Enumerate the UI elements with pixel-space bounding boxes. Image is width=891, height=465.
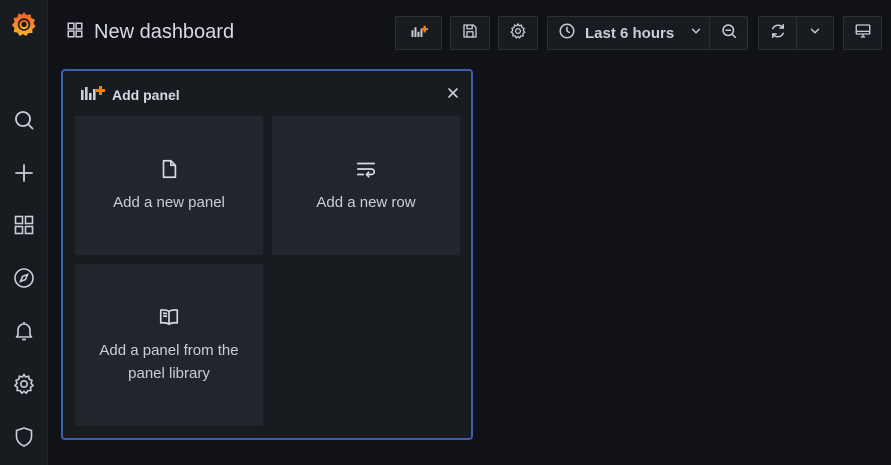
- time-range-label: Last 6 hours: [585, 24, 675, 42]
- grafana-logo-icon: [11, 12, 36, 36]
- compass-icon[interactable]: [0, 258, 47, 298]
- monitor-icon: [854, 22, 872, 45]
- add-panel-header: Add panel: [79, 85, 180, 105]
- plus-icon[interactable]: [0, 153, 47, 193]
- bell-icon[interactable]: [0, 311, 47, 351]
- book-icon: [158, 306, 180, 339]
- time-picker: Last 6 hours: [547, 16, 748, 50]
- add-new-panel-label: Add a new panel: [113, 193, 225, 211]
- add-new-panel-button[interactable]: Add a new panel: [75, 116, 263, 255]
- add-panel-from-library-button[interactable]: Add a panel from the panel library: [75, 264, 263, 426]
- refresh-button[interactable]: [758, 16, 797, 50]
- add-panel-widget: Add panel Add a new panel Add a new row …: [61, 69, 473, 440]
- clock-icon: [558, 22, 576, 45]
- dashboard-toolbar: New dashboard Last 6 hours: [48, 0, 891, 64]
- refresh-picker: [758, 16, 834, 50]
- refresh-interval-dropdown[interactable]: [797, 16, 834, 50]
- gear-icon[interactable]: [0, 364, 47, 404]
- chevron-down-icon: [808, 24, 822, 43]
- zoom-out-button[interactable]: [710, 16, 748, 50]
- close-icon: [445, 85, 461, 106]
- dashboards-grid-icon: [66, 21, 84, 44]
- breadcrumb[interactable]: New dashboard: [66, 18, 234, 46]
- grafana-logo[interactable]: [0, 0, 47, 48]
- sidebar: [0, 0, 48, 465]
- row-wrap-icon: [355, 158, 377, 191]
- chevron-down-icon: [689, 24, 703, 43]
- gear-icon: [509, 22, 527, 45]
- close-button[interactable]: [443, 85, 463, 105]
- dashboards-grid-icon[interactable]: [0, 205, 47, 245]
- add-panel-title: Add panel: [112, 87, 180, 103]
- shield-icon[interactable]: [0, 417, 47, 457]
- add-panel-from-library-label: Add a panel from the panel library: [99, 341, 239, 382]
- zoom-out-icon: [720, 22, 738, 45]
- add-panel-icon: [79, 83, 107, 108]
- save-dashboard-button[interactable]: [450, 16, 490, 50]
- search-icon[interactable]: [0, 100, 47, 140]
- dashboard-settings-button[interactable]: [498, 16, 538, 50]
- refresh-icon: [769, 22, 787, 45]
- file-icon: [158, 158, 180, 191]
- add-new-row-label: Add a new row: [316, 193, 416, 211]
- add-panel-icon: [410, 22, 428, 45]
- add-new-row-button[interactable]: Add a new row: [272, 116, 460, 255]
- time-range-button[interactable]: Last 6 hours: [547, 16, 710, 50]
- add-panel-button[interactable]: [395, 16, 442, 50]
- tv-mode-button[interactable]: [843, 16, 882, 50]
- page-title[interactable]: New dashboard: [94, 21, 234, 44]
- save-icon: [461, 22, 479, 45]
